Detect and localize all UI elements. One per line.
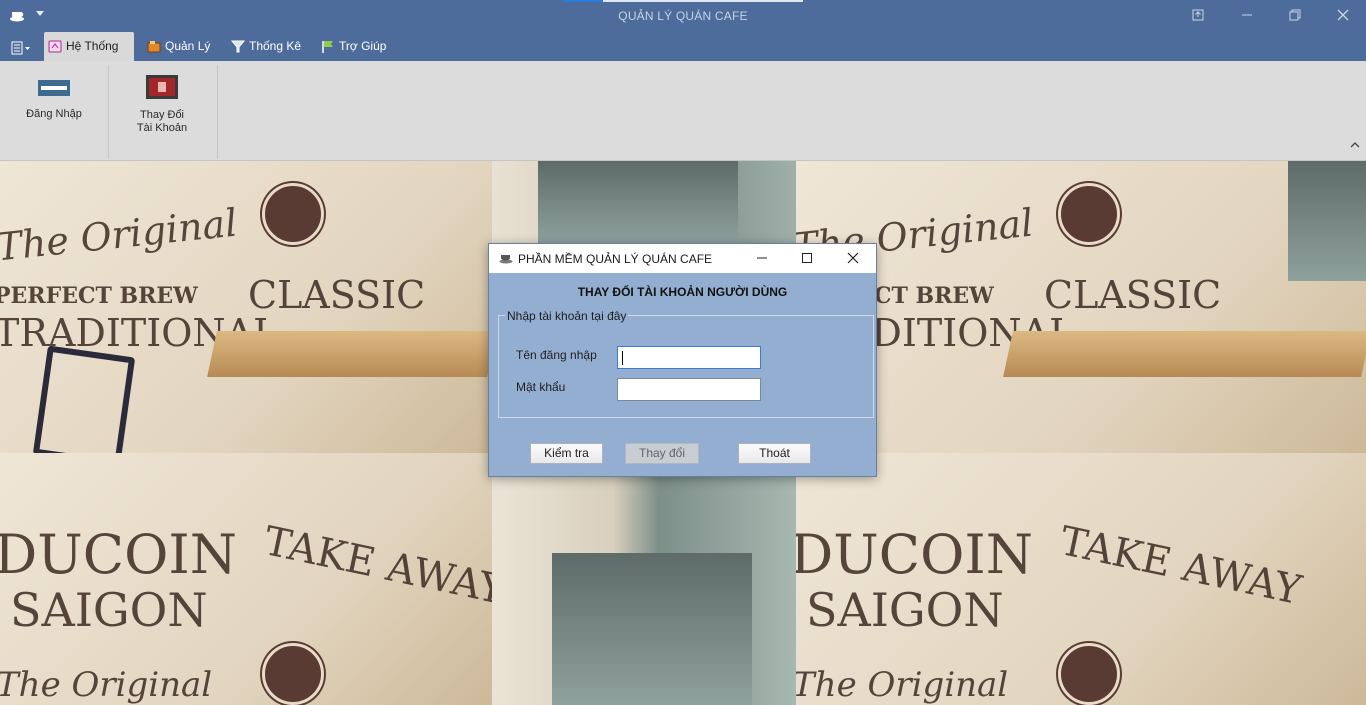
dialog-title-bar[interactable]: PHẦN MỀM QUẢN LÝ QUÁN CAFE	[489, 244, 876, 273]
dialog-close-icon[interactable]	[842, 248, 864, 270]
logo-stamp	[1058, 643, 1120, 705]
cafe-photo-tile: The Original PERFECT BREW TRADITIONAL CL…	[796, 161, 1366, 453]
tab-label: Hệ Thống	[66, 39, 119, 53]
shelf-image	[1288, 161, 1366, 281]
groupbox-label: Nhập tài khoản tại đây	[505, 309, 629, 323]
username-label: Tên đăng nhập	[516, 348, 597, 362]
wall-text: SAIGON	[10, 583, 208, 637]
tab-label: Quản Lý	[165, 39, 211, 53]
title-accent-light	[603, 0, 803, 2]
logo-stamp	[262, 183, 324, 245]
wall-text: DUCOIN	[0, 523, 237, 586]
title-bar: QUẢN LÝ QUÁN CAFE	[0, 0, 1366, 32]
shelf-image	[552, 553, 752, 705]
check-button[interactable]: Kiểm tra	[530, 443, 603, 464]
change-account-label-1: Thay Đổi	[139, 109, 185, 121]
wall-text: TAKE AWAY	[1055, 518, 1306, 614]
exit-button[interactable]: Thoát	[738, 443, 811, 464]
tab-label: Trợ Giúp	[339, 39, 387, 53]
system-icon	[48, 40, 62, 53]
cafe-photo-tile: DUCOIN SAIGON TAKE AWAY The Original	[0, 453, 492, 705]
dialog-heading: THAY ĐỔI TÀI KHOẢN NGƯỜI DÙNG	[577, 285, 788, 299]
ribbon-separator	[108, 65, 109, 159]
cafe-photo-tile: DUCOIN SAIGON TAKE AWAY The Original	[796, 453, 1366, 705]
change-button[interactable]: Thay đổi	[625, 443, 699, 464]
username-field[interactable]	[617, 346, 761, 369]
ribbon-separator	[217, 65, 218, 159]
cafe-photo-tile: The Original PERFECT BREW TRADITIONAL CL…	[0, 161, 492, 453]
table-image	[1003, 331, 1366, 377]
dialog-minimize-icon[interactable]	[751, 248, 773, 270]
wall-text: CLASSIC	[248, 273, 426, 317]
password-field[interactable]	[617, 378, 761, 401]
wall-text: PERFECT BREW	[0, 283, 198, 309]
title-accent	[563, 0, 603, 2]
dialog-title: PHẦN MỀM QUẢN LÝ QUÁN CAFE	[518, 252, 713, 266]
tab-label: Thống Kê	[249, 39, 302, 53]
login-button[interactable]: Đăng Nhập	[18, 61, 90, 159]
logo-stamp	[1058, 183, 1120, 245]
wall-text: The Original	[796, 665, 1009, 705]
maximize-icon[interactable]	[1285, 6, 1305, 26]
tab-tro-giup[interactable]: Trợ Giúp	[317, 32, 392, 61]
login-label: Đăng Nhập	[26, 108, 82, 120]
collapse-ribbon-chevron-icon[interactable]	[1350, 141, 1360, 149]
shelf-image	[538, 161, 738, 243]
change-account-label-2: Tài Khoản	[136, 122, 188, 134]
wall-text: The Original	[0, 200, 240, 270]
application-menu-icon[interactable]	[11, 41, 31, 55]
manage-icon	[147, 41, 161, 53]
tab-he-thong[interactable]: Hệ Thống	[44, 32, 134, 61]
wall-text: TAKE AWAY	[259, 518, 492, 614]
ribbon-tab-bar: Hệ Thống Quản Lý Thống Kê Trợ Giúp	[0, 32, 1366, 61]
password-label: Mật khẩu	[516, 380, 566, 394]
tab-thong-ke[interactable]: Thống Kê	[227, 32, 307, 61]
minimize-icon[interactable]	[1237, 6, 1257, 26]
cafe-photo-tile	[492, 453, 796, 705]
close-icon[interactable]	[1333, 6, 1353, 26]
text-caret	[622, 351, 623, 365]
statistics-icon	[231, 40, 245, 53]
change-account-icon	[146, 75, 178, 99]
wall-text: CLASSIC	[1044, 273, 1222, 317]
dialog-maximize-icon[interactable]	[796, 248, 818, 270]
login-icon	[38, 80, 70, 96]
change-account-button[interactable]: Thay Đổi Tài Khoản	[124, 61, 200, 159]
wall-text: The Original	[0, 665, 213, 705]
logo-stamp	[262, 643, 324, 705]
wall-text: DUCOIN	[796, 523, 1033, 586]
ribbon-panel: Đăng Nhập Thay Đổi Tài Khoản	[0, 61, 1366, 161]
coffee-cup-icon	[499, 255, 513, 264]
chair-image	[32, 345, 136, 453]
change-account-dialog: PHẦN MỀM QUẢN LÝ QUÁN CAFE THAY ĐỔI TÀI …	[488, 243, 877, 477]
table-image	[207, 331, 492, 377]
wall-text: SAIGON	[806, 583, 1004, 637]
help-flag-icon	[322, 41, 333, 53]
restore-layout-icon[interactable]	[1188, 6, 1208, 26]
tab-quan-ly[interactable]: Quản Lý	[143, 32, 215, 61]
window-title: QUẢN LÝ QUÁN CAFE	[618, 9, 748, 23]
